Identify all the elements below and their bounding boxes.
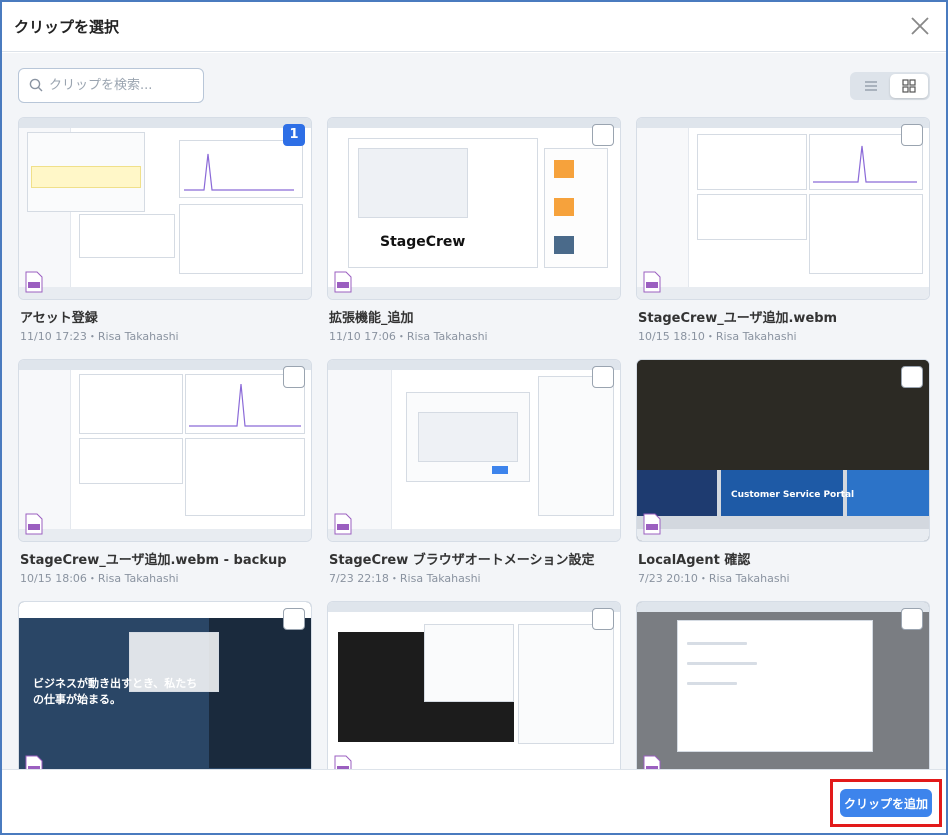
video-file-icon [334,271,352,293]
dialog-title: クリップを選択 [14,18,120,36]
clip-thumbnail[interactable]: StageCrew [327,117,621,300]
thumbnail-brand-text: StageCrew [380,234,466,250]
clip-card[interactable] [327,601,621,769]
clip-card[interactable] [636,601,930,769]
clip-title: アセット登録 [20,311,98,326]
grid-view-button[interactable] [890,74,928,98]
dialog-header: クリップを選択 [2,2,946,52]
clip-card[interactable]: StageCrew_ユーザ追加.webm 10/15 18:10・Risa Ta… [636,117,930,347]
clip-card[interactable]: StageCrew 拡張機能_追加 11/10 17:06・Risa Takah… [327,117,621,347]
clip-card[interactable]: StageCrew ブラウザオートメーション設定 7/23 22:18・Risa… [327,359,621,589]
video-file-icon [25,513,43,535]
selection-order-badge[interactable]: 1 [283,124,305,146]
clip-card[interactable]: ビジネスが動き出すとき、私たちの仕事が始まる。 [18,601,312,769]
clip-title: StageCrew ブラウザオートメーション設定 [329,553,595,568]
clip-checkbox[interactable] [283,608,305,630]
add-clip-button[interactable]: クリップを追加 [840,789,932,817]
thumbnail-banner-text: Customer Service Portal [731,490,855,500]
clip-checkbox[interactable] [592,608,614,630]
video-file-icon [643,513,661,535]
video-file-icon [25,271,43,293]
clip-checkbox[interactable] [592,124,614,146]
clip-meta: 7/23 22:18・Risa Takahashi [329,572,481,585]
search-input[interactable] [49,69,199,102]
video-file-icon [25,755,43,769]
clip-thumbnail[interactable] [327,601,621,769]
close-icon[interactable] [908,14,932,38]
clip-meta: 10/15 18:10・Risa Takahashi [638,330,797,343]
clip-checkbox[interactable] [901,366,923,388]
clip-title: 拡張機能_追加 [329,311,414,326]
dialog-footer: クリップを追加 [2,769,946,833]
clip-checkbox[interactable] [592,366,614,388]
list-view-button[interactable] [852,74,890,98]
clip-title: StageCrew_ユーザ追加.webm [638,311,838,326]
clip-checkbox[interactable] [901,608,923,630]
video-file-icon [643,271,661,293]
search-box[interactable] [18,68,204,103]
grid-view-icon [902,79,916,93]
clip-thumbnail[interactable] [636,601,930,769]
clip-list-area: 1 アセット登録 11/10 17:23・Risa Takahashi Stag… [2,53,946,769]
list-view-icon [865,81,877,91]
video-file-icon [334,513,352,535]
clip-title: StageCrew_ユーザ追加.webm - backup [20,553,287,568]
clip-meta: 7/23 20:10・Risa Takahashi [638,572,790,585]
thumbnail-caption: ビジネスが動き出すとき、私たちの仕事が始まる。 [33,677,198,706]
select-clip-dialog: クリップを選択 クリップを検索... 1 アセット登録 11/10 17:23・… [0,0,948,835]
clip-card[interactable]: 1 アセット登録 11/10 17:23・Risa Takahashi [18,117,312,347]
clip-card[interactable]: StageCrew_ユーザ追加.webm - backup 10/15 18:0… [18,359,312,589]
search-icon [29,78,43,92]
clip-thumbnail[interactable]: Customer Service Portal [636,359,930,542]
video-file-icon [643,755,661,769]
add-button-highlight: クリップを追加 [830,779,942,827]
clip-thumbnail[interactable] [327,359,621,542]
clip-thumbnail[interactable]: ビジネスが動き出すとき、私たちの仕事が始まる。 [18,601,312,769]
clip-checkbox[interactable] [901,124,923,146]
clip-thumbnail[interactable]: 1 [18,117,312,300]
view-toggle[interactable] [850,72,930,100]
clip-meta: 10/15 18:06・Risa Takahashi [20,572,179,585]
clip-thumbnail[interactable] [636,117,930,300]
clip-meta: 11/10 17:23・Risa Takahashi [20,330,179,343]
clip-meta: 11/10 17:06・Risa Takahashi [329,330,488,343]
video-file-icon [334,755,352,769]
clip-card[interactable]: Customer Service Portal LocalAgent 確認 7/… [636,359,930,589]
clip-thumbnail[interactable] [18,359,312,542]
clip-title: LocalAgent 確認 [638,553,751,568]
clip-checkbox[interactable] [283,366,305,388]
